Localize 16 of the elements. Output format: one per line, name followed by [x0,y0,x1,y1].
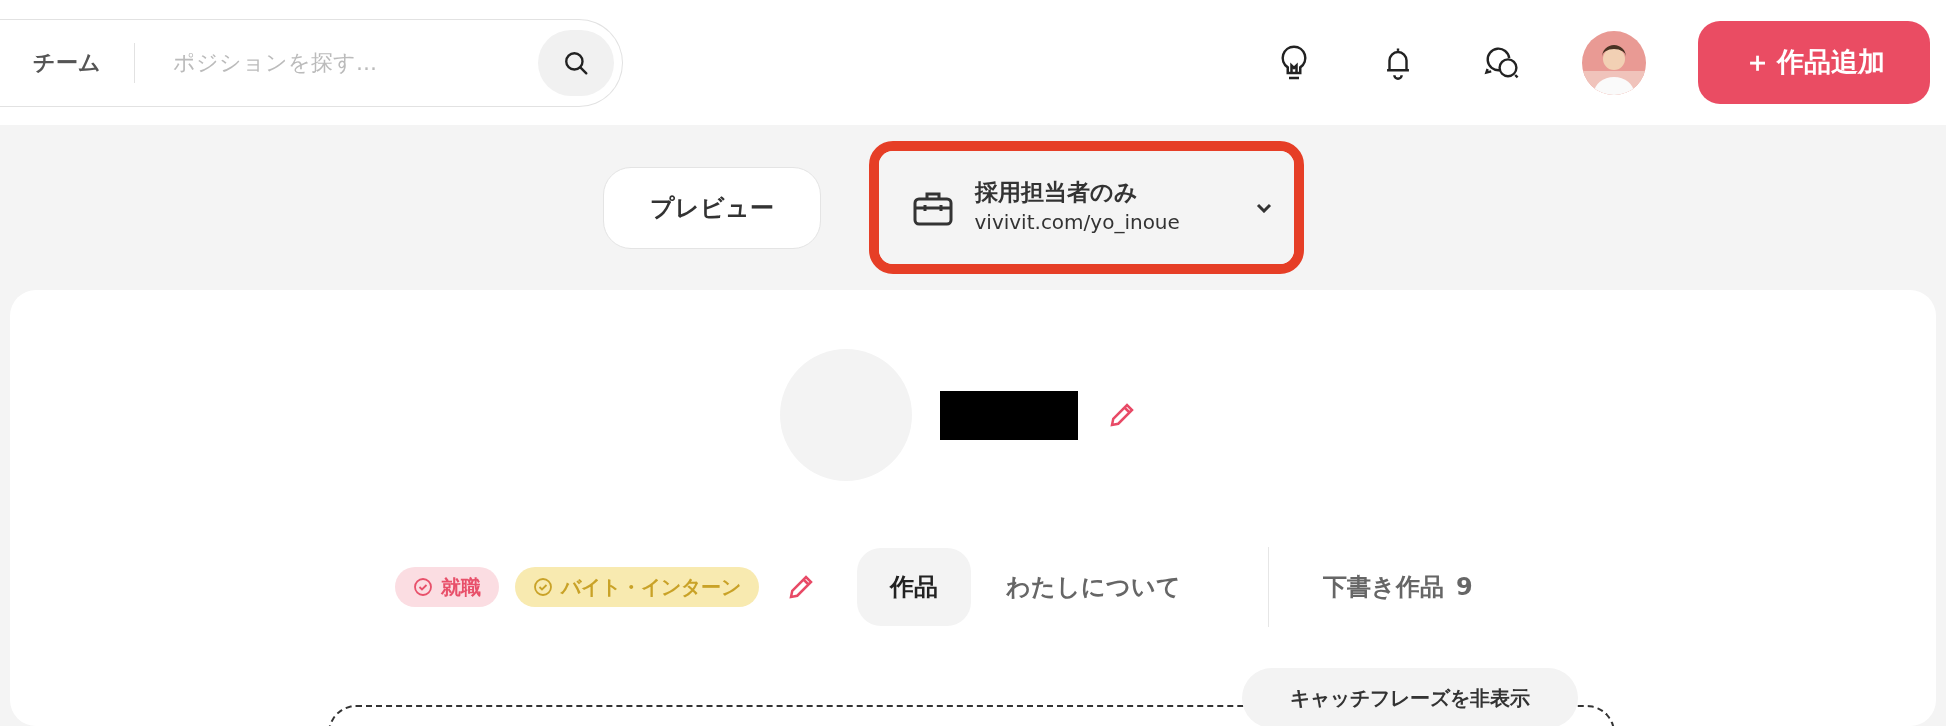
team-link[interactable]: チーム [33,46,101,79]
profile-url: vivivit.com/yo_inoue [974,209,1181,237]
status-tag: 就職 [395,567,499,607]
visibility-title: 採用担当者のみ [974,177,1139,207]
search-button[interactable] [538,29,614,96]
visibility-dropdown[interactable]: 採用担当者のみ vivivit.com/yo_inoue [878,151,1294,264]
drafts-tab[interactable]: 下書き作品 9 [1323,569,1473,605]
chevron-down-icon [1255,202,1272,213]
hide-catchphrase-button[interactable]: キャッチフレーズを非表示 [1242,668,1578,726]
status-tag: バイト・インターン [515,567,759,607]
profile-tab[interactable]: わたしについて [973,548,1214,626]
add-work-button[interactable]: ＋ 作品追加 [1698,21,1930,104]
search-icon [563,49,589,76]
search-field[interactable]: ポジションを探す... [171,45,538,80]
profile-tab[interactable]: 作品 [857,548,971,626]
preview-button[interactable]: プレビュー [602,166,821,249]
